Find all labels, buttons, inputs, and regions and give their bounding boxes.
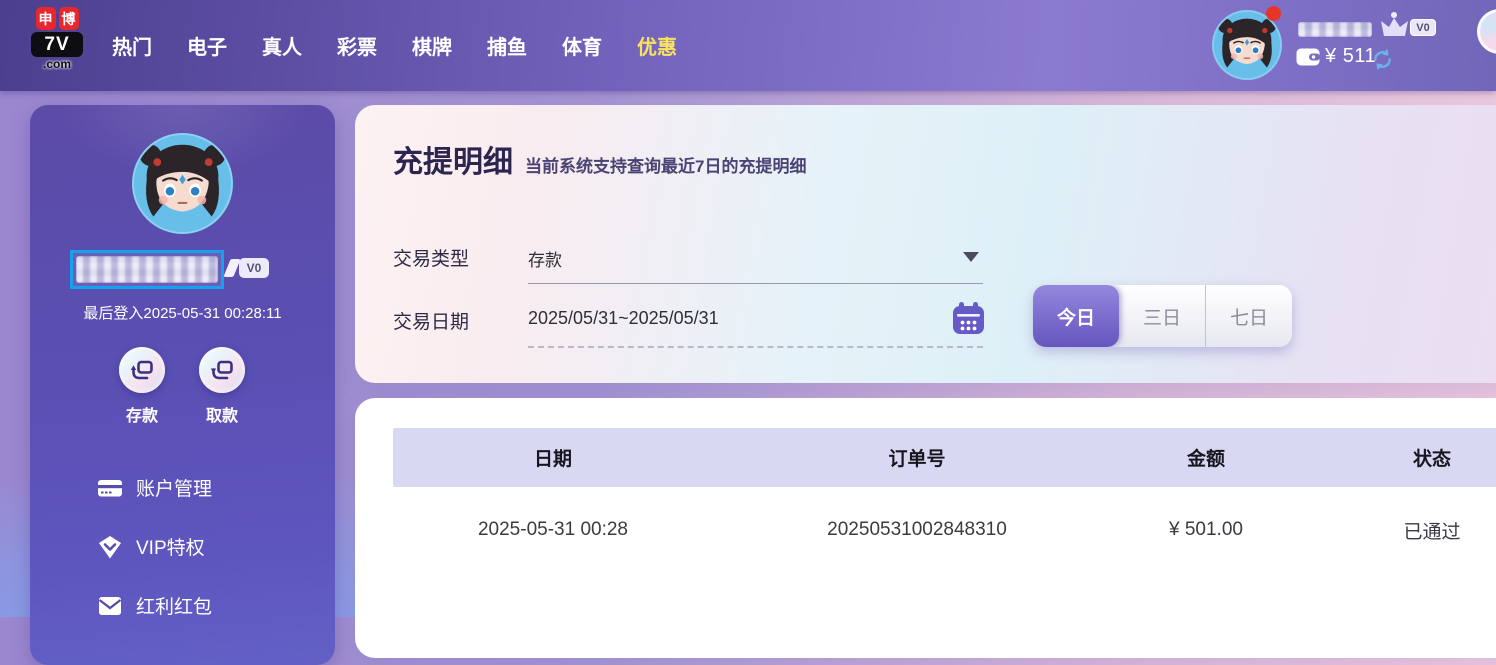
- wallet-icon: [1296, 48, 1320, 66]
- avatar-image-icon: [134, 135, 231, 232]
- table-cell-2: 20250531002848310: [827, 519, 1007, 540]
- refresh-balance-icon[interactable]: [1372, 49, 1393, 70]
- chevron-down-icon[interactable]: [963, 252, 979, 262]
- type-field-underline: [528, 283, 983, 284]
- quick-action-label: 存款: [125, 408, 158, 425]
- menu-item-account[interactable]: 账户管理: [97, 458, 315, 517]
- menu-item-bonus[interactable]: 红利红包: [97, 576, 315, 635]
- transaction-type-select[interactable]: 存款: [528, 246, 562, 271]
- username-blurred: [76, 256, 218, 283]
- currency-symbol: ¥: [1325, 45, 1337, 67]
- table-header-row: 日期 订单号 金额 状态: [393, 428, 1496, 487]
- red-packet-icon: [97, 593, 123, 619]
- floating-widget-button[interactable]: [1477, 9, 1496, 54]
- range-today[interactable]: 今日: [1033, 285, 1119, 347]
- sidebar-menu: 账户管理 VIP特权红利红包: [97, 458, 315, 635]
- nav-item-6[interactable]: 捕鱼: [487, 31, 527, 60]
- table-cell-3: ¥ 501.00: [1169, 519, 1243, 540]
- topbar: 申 博 7V .com 热门 电子 真人 彩票 棋牌 捕鱼 体育 优惠 V0 ¥ 511: [0, 0, 1496, 91]
- quick-actions: 存款 取款: [30, 347, 335, 427]
- brand-name: 7V: [31, 32, 83, 57]
- nav-item-7[interactable]: 体育: [562, 31, 602, 60]
- menu-item-label: 账户管理: [136, 479, 213, 500]
- date-range-group: 今日 三日 七日: [1033, 285, 1292, 347]
- menu-item-label: 红利红包: [136, 597, 213, 618]
- menu-item-label: VIP特权: [136, 538, 205, 559]
- account-card-icon: [97, 475, 123, 501]
- table-row: 2025-05-31 00:28 20250531002848310 ¥ 501.0…: [393, 487, 1496, 573]
- table-header-cell-1: 日期: [533, 449, 572, 470]
- username-blurred: [1298, 22, 1372, 37]
- transaction-type-label: 交易类型: [393, 249, 470, 270]
- panel-title-block: 充提明细 当前系统支持查询最近7日的充提明细: [393, 137, 806, 181]
- quick-action-label: 取款: [205, 408, 238, 425]
- vip-crown-icon: [1376, 11, 1412, 38]
- brand-badge-right: 博: [58, 7, 79, 30]
- sidebar-avatar[interactable]: [132, 133, 233, 234]
- filter-panel: 充提明细 当前系统支持查询最近7日的充提明细 交易类型 存款 交易日期 2025…: [355, 105, 1496, 383]
- transaction-date-label: 交易日期: [393, 312, 470, 333]
- main-nav: 热门 电子 真人 彩票 棋牌 捕鱼 体育 优惠: [112, 0, 677, 91]
- nav-item-8[interactable]: 优惠: [637, 31, 677, 60]
- nav-item-3[interactable]: 真人: [262, 31, 302, 60]
- nav-item-4[interactable]: 彩票: [337, 31, 377, 60]
- table-cell-4: 已通过: [1403, 521, 1461, 543]
- brand-logo[interactable]: 申 博 7V .com: [28, 7, 86, 70]
- brand-suffix: .com: [42, 57, 71, 71]
- vip-level-badge: V0: [239, 258, 269, 278]
- page-title: 充提明细: [393, 146, 513, 179]
- last-login-text: 最后登入2025-05-31 00:28:11: [83, 305, 282, 322]
- records-panel: 日期 订单号 金额 状态 2025-05-31 00:28 20250531002848…: [355, 398, 1496, 658]
- transaction-date-input[interactable]: 2025/05/31~2025/05/31: [528, 308, 719, 329]
- menu-item-vip[interactable]: VIP特权: [97, 517, 315, 576]
- table-header-cell-2: 订单号: [888, 449, 946, 470]
- sidebar: V0 最后登入2025-05-31 00:28:11 存款 取款 账户管理 VIP特…: [30, 105, 335, 665]
- page: { "brand": { "badge_left": "申", "badge_r…: [0, 0, 1496, 665]
- vip-level-badge: V0: [1410, 19, 1436, 36]
- avatar-image-icon: [1214, 12, 1280, 78]
- sidebar-username-highlight-box: [70, 250, 224, 289]
- page-subtitle: 当前系统支持查询最近7日的充提明细: [525, 157, 807, 176]
- date-field-underline: [528, 346, 983, 348]
- table-cell-1: 2025-05-31 00:28: [477, 519, 628, 540]
- brand-badge-left: 申: [35, 7, 56, 30]
- calendar-icon[interactable]: [952, 301, 985, 335]
- table-header-cell-3: 金额: [1186, 449, 1225, 470]
- sidebar-vip-tag: V0: [223, 258, 269, 278]
- brand-badges: 申 博: [28, 7, 86, 30]
- withdraw-button[interactable]: 取款: [192, 347, 252, 426]
- deposit-button[interactable]: 存款: [112, 347, 172, 426]
- range-seven-days[interactable]: 七日: [1205, 285, 1292, 347]
- nav-item-1[interactable]: 热门: [112, 31, 152, 60]
- table-header-cell-4: 状态: [1412, 449, 1451, 470]
- withdraw-icon: [199, 347, 245, 393]
- range-three-days[interactable]: 三日: [1119, 285, 1205, 347]
- balance-display: ¥ 511: [1325, 45, 1376, 68]
- nav-item-2[interactable]: 电子: [187, 31, 227, 60]
- vip-gem-icon: [97, 534, 123, 560]
- deposit-icon: [119, 347, 165, 393]
- nav-item-5[interactable]: 棋牌: [412, 31, 452, 60]
- records-table: 日期 订单号 金额 状态 2025-05-31 00:28 20250531002848…: [393, 428, 1496, 573]
- notification-dot: [1266, 6, 1281, 21]
